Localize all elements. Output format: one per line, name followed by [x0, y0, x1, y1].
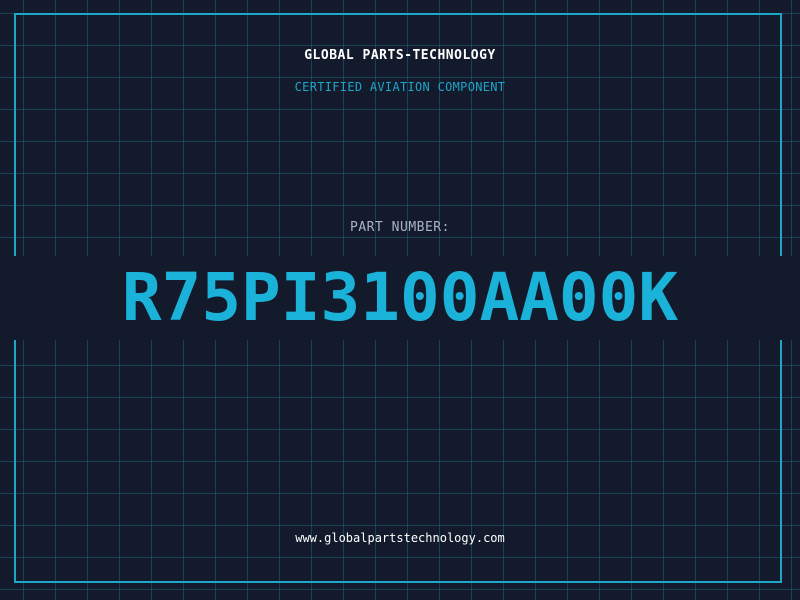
certification-subtitle: CERTIFIED AVIATION COMPONENT: [294, 80, 506, 94]
part-number-value: R75PI3100AA00K: [0, 256, 800, 340]
part-card: GLOBAL PARTS-TECHNOLOGY CERTIFIED AVIATI…: [0, 0, 800, 600]
company-name: GLOBAL PARTS-TECHNOLOGY: [304, 48, 496, 63]
website-url: www.globalpartstechnology.com: [295, 531, 505, 545]
part-number-label: PART NUMBER:: [350, 220, 450, 235]
